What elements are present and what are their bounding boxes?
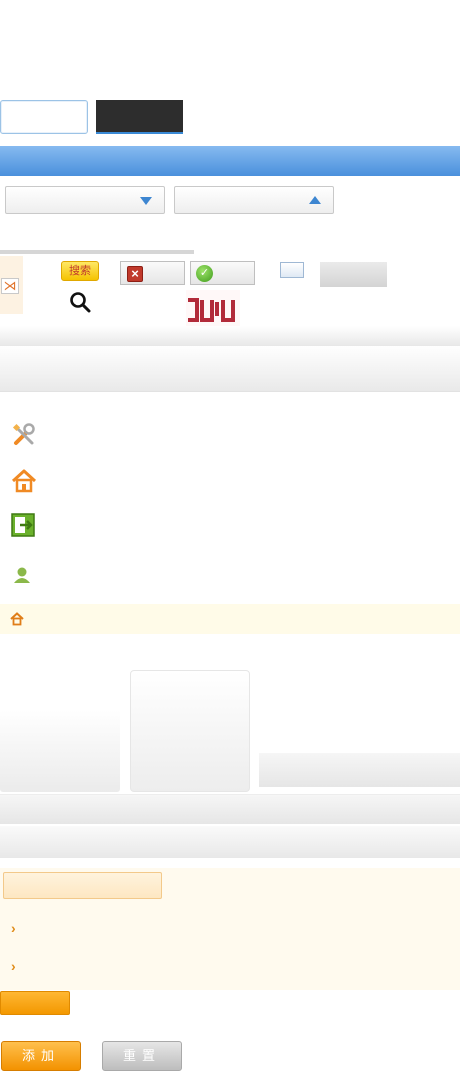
chevron-up-icon [309, 196, 321, 204]
collapse-handle[interactable]: ⋊ [0, 256, 23, 314]
content-panel-b [130, 670, 250, 792]
header-bar [0, 146, 460, 176]
confirm-button[interactable]: ✓ [190, 261, 255, 285]
exit-icon[interactable] [10, 511, 38, 539]
breadcrumb [0, 604, 460, 634]
check-icon: ✓ [196, 265, 213, 282]
select-dropdown-1[interactable] [5, 186, 165, 214]
checkbox-box[interactable] [280, 262, 304, 278]
magnifier-icon[interactable] [68, 290, 92, 314]
cancel-button[interactable]: × [120, 261, 185, 285]
table-header [0, 794, 460, 824]
toolbar-strip [0, 326, 460, 346]
content-panel-c [259, 753, 460, 787]
breadcrumb-home-icon[interactable] [10, 612, 24, 626]
tab-dark[interactable] [96, 100, 183, 134]
home-icon[interactable] [10, 467, 38, 495]
table-row [0, 826, 460, 858]
reset-button[interactable]: 重置 [102, 1041, 182, 1071]
chevron-right-icon[interactable]: › [11, 921, 16, 935]
close-icon: × [127, 266, 143, 282]
tools-icon[interactable] [10, 421, 38, 449]
orange-tab[interactable] [0, 991, 70, 1015]
collapse-icon[interactable]: ⋊ [1, 278, 19, 294]
list-panel: › › [0, 868, 460, 990]
search-button[interactable]: 搜索 [61, 261, 99, 281]
chevron-down-icon [140, 197, 152, 205]
divider [0, 250, 194, 254]
content-panel-a [0, 710, 120, 792]
glyph-mark-icon [188, 298, 235, 322]
add-button[interactable]: 添加 [1, 1041, 81, 1071]
user-icon[interactable] [10, 561, 38, 589]
chevron-right-icon[interactable]: › [11, 959, 16, 973]
list-input[interactable] [3, 872, 162, 899]
section-header [0, 346, 460, 392]
logo-glyph [186, 290, 240, 330]
select-dropdown-2[interactable] [174, 186, 334, 214]
gray-button[interactable] [320, 262, 387, 287]
tab-light[interactable] [0, 100, 88, 134]
